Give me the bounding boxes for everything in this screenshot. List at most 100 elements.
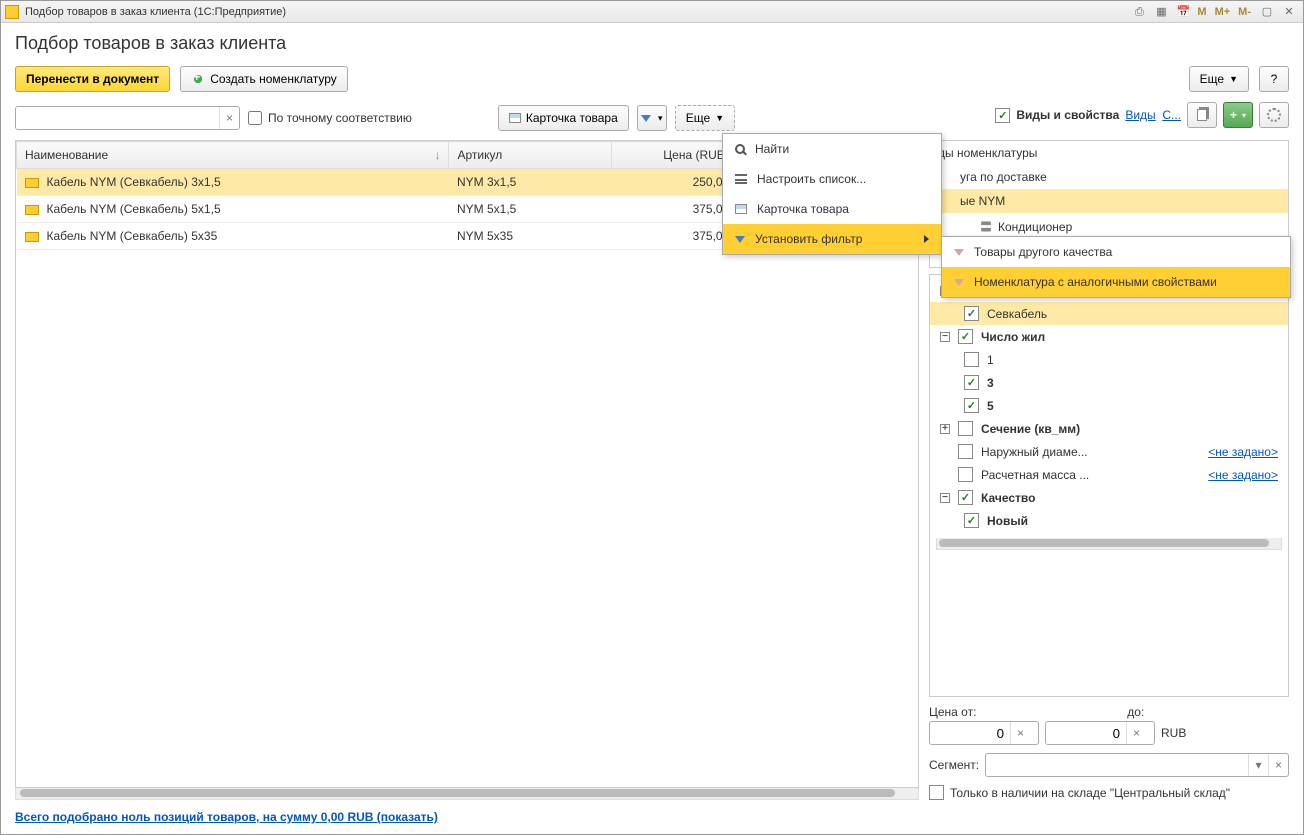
prop-mass[interactable]: Расчетная масса ...<не задано> (930, 463, 1288, 486)
stock-only-checkbox[interactable] (929, 785, 944, 800)
price-filter-row: Цена от: до: (929, 705, 1289, 719)
prop-checkbox[interactable] (964, 306, 979, 321)
collapse-icon[interactable]: − (940, 493, 950, 503)
segment-clear-button[interactable]: × (1268, 754, 1288, 776)
add-button[interactable]: +▾ (1223, 102, 1253, 128)
window-title: Подбор товаров в заказ клиента (1С:Предп… (25, 6, 286, 18)
top-toolbar: Перенести в документ Создать номенклатур… (15, 66, 1289, 92)
price-from-clear[interactable]: × (1010, 722, 1030, 744)
titlebar-maximize-icon[interactable]: ▢ (1257, 4, 1277, 20)
prop-checkbox[interactable] (958, 467, 973, 482)
col-price-header[interactable]: Цена (RUB) (611, 142, 737, 169)
price-to-label: до: (1127, 705, 1144, 719)
menu-set-filter[interactable]: Установить фильтр (723, 224, 941, 254)
prop-group-quality[interactable]: −Качество (930, 486, 1288, 509)
titlebar-print-icon[interactable]: ⎙ (1129, 4, 1149, 20)
more-grid-button[interactable]: Еще ▼ (675, 105, 735, 131)
filter-dropdown-button[interactable]: ▾ (637, 105, 667, 131)
expand-icon[interactable]: + (940, 424, 950, 434)
filter-icon (954, 279, 964, 286)
price-from-input[interactable] (930, 722, 1010, 744)
copy-button[interactable] (1187, 102, 1217, 128)
notset-link[interactable]: <не задано> (1208, 445, 1278, 459)
props-hscrollbar[interactable] (936, 538, 1282, 550)
tree-row-selected[interactable]: ые NYM (930, 189, 1288, 213)
col-article-header[interactable]: Артикул (449, 142, 611, 169)
price-from-field: × (929, 721, 1039, 745)
menu-product-card[interactable]: Карточка товара (723, 194, 941, 224)
prop-checkbox[interactable] (964, 398, 979, 413)
submenu-arrow-icon (924, 235, 929, 243)
titlebar: Подбор товаров в заказ клиента (1С:Предп… (1, 1, 1303, 23)
segment-label: Сегмент: (929, 758, 979, 772)
prop-checkbox[interactable] (958, 444, 973, 459)
properties-panel: −Производитель Севкабель −Число жил 1 3 … (929, 274, 1289, 697)
prop-group-section[interactable]: +Сечение (кв_мм) (930, 417, 1288, 440)
filter-icon (954, 249, 964, 256)
submenu-analog-props[interactable]: Номенклатура с аналогичными свойствами (942, 267, 1290, 297)
titlebar-mplus-button[interactable]: M+ (1211, 6, 1235, 18)
help-button[interactable]: ? (1259, 66, 1289, 92)
currency-label: RUB (1161, 726, 1186, 740)
titlebar-mminus-button[interactable]: M- (1234, 6, 1255, 18)
s-link[interactable]: С... (1162, 108, 1181, 122)
segment-input[interactable] (986, 754, 1248, 776)
price-to-field: × (1045, 721, 1155, 745)
views-props-checkbox[interactable] (995, 108, 1010, 123)
tree-row[interactable]: уга по доставке (930, 165, 1288, 189)
prop-group-cores[interactable]: −Число жил (930, 325, 1288, 348)
prop-value-new[interactable]: Новый (930, 509, 1288, 532)
prop-value-5[interactable]: 5 (930, 394, 1288, 417)
create-nomenclature-button[interactable]: Создать номенклатуру (180, 66, 348, 92)
filter-toolbar: × По точному соответствию Карточка товар… (15, 102, 1289, 134)
card-icon (509, 113, 521, 123)
search-clear-button[interactable]: × (219, 107, 239, 129)
app-window: Подбор товаров в заказ клиента (1С:Предп… (0, 0, 1304, 835)
views-props-label: Виды и свойства (1016, 108, 1119, 122)
segment-dropdown-button[interactable]: ▾ (1248, 754, 1268, 776)
prop-value-1[interactable]: 1 (930, 348, 1288, 371)
search-input[interactable] (16, 107, 219, 129)
prop-checkbox[interactable] (958, 421, 973, 436)
transfer-button[interactable]: Перенести в документ (15, 66, 170, 92)
page-title: Подбор товаров в заказ клиента (15, 33, 1289, 54)
collapse-icon[interactable]: − (940, 332, 950, 342)
tree-row[interactable]: ды номенклатуры (930, 141, 1288, 165)
app-logo-icon (5, 5, 19, 19)
more-top-button[interactable]: Еще ▼ (1189, 66, 1249, 92)
notset-link[interactable]: <не задано> (1208, 468, 1278, 482)
summary-link[interactable]: Всего подобрано ноль позиций товаров, на… (15, 810, 438, 824)
prop-checkbox[interactable] (964, 375, 979, 390)
titlebar-close-icon[interactable]: ✕ (1279, 4, 1299, 20)
summary-row: Всего подобрано ноль позиций товаров, на… (15, 810, 1289, 824)
menu-configure-list[interactable]: Настроить список... (723, 164, 941, 194)
menu-find[interactable]: Найти (723, 134, 941, 164)
submenu-other-quality[interactable]: Товары другого качества (942, 237, 1290, 267)
prop-checkbox[interactable] (958, 490, 973, 505)
prop-value-sevkabel[interactable]: Севкабель (930, 302, 1288, 325)
grid-hscrollbar[interactable] (15, 788, 919, 800)
copy-icon (1197, 109, 1207, 121)
exact-match-checkbox[interactable]: По точному соответствию (248, 111, 412, 125)
prop-checkbox[interactable] (964, 513, 979, 528)
plus-icon (191, 72, 205, 86)
price-to-input[interactable] (1046, 722, 1126, 744)
prop-value-3[interactable]: 3 (930, 371, 1288, 394)
settings-button[interactable] (1259, 102, 1289, 128)
titlebar-calc-icon[interactable]: ▦ (1151, 4, 1171, 20)
col-name-header[interactable]: Наименование↓ (17, 142, 449, 169)
prop-checkbox[interactable] (964, 352, 979, 367)
segment-field: ▾ × (985, 753, 1289, 777)
item-icon: 〓 (980, 218, 992, 235)
prop-checkbox[interactable] (958, 329, 973, 344)
product-card-button[interactable]: Карточка товара (498, 105, 629, 131)
segment-row: Сегмент: ▾ × (929, 753, 1289, 777)
folder-icon (25, 178, 39, 188)
titlebar-m-button[interactable]: M (1193, 6, 1210, 18)
search-input-wrapper: × (15, 106, 240, 130)
prop-diameter[interactable]: Наружный диаме...<не задано> (930, 440, 1288, 463)
views-link[interactable]: Виды (1125, 108, 1155, 122)
more-dropdown-menu: Найти Настроить список... Карточка товар… (722, 133, 942, 255)
price-to-clear[interactable]: × (1126, 722, 1146, 744)
titlebar-calendar-icon[interactable]: 📅 (1173, 4, 1193, 20)
